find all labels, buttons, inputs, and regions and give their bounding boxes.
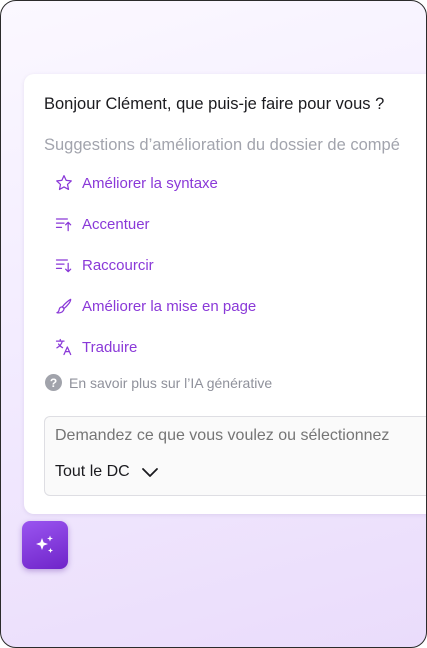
scope-dropdown[interactable]: Tout le DC [55,463,160,481]
assistant-panel: Bonjour Clément, que puis-je faire pour … [24,74,426,514]
lines-arrow-up-icon [54,214,74,234]
translate-icon [54,337,74,357]
star-icon [54,173,74,193]
shorten-button[interactable]: Raccourcir [54,254,154,276]
assistant-launcher-button[interactable] [22,521,68,569]
emphasize-label: Accentuer [82,215,150,233]
help-icon: ? [45,374,62,391]
improve-syntax-label: Améliorer la syntaxe [82,174,218,192]
scope-label: Tout le DC [55,463,130,480]
suggestions-title: Suggestions d’amélioration du dossier de… [44,136,400,154]
learn-more-label: En savoir plus sur l’IA générative [69,374,273,391]
improve-layout-button[interactable]: Améliorer la mise en page [54,295,256,317]
greeting-text: Bonjour Clément, que puis-je faire pour … [44,95,385,113]
prompt-input[interactable] [55,427,426,445]
improve-layout-label: Améliorer la mise en page [82,297,257,315]
chevron-down-icon [141,468,158,477]
prompt-box: Tout le DC [44,416,426,496]
improve-syntax-button[interactable]: Améliorer la syntaxe [54,172,218,194]
shorten-label: Raccourcir [82,256,154,274]
lines-arrow-down-icon [54,255,74,275]
emphasize-button[interactable]: Accentuer [54,213,150,235]
translate-label: Traduire [82,338,138,356]
assistant-window: Bonjour Clément, que puis-je faire pour … [0,0,427,648]
brush-icon [54,296,74,316]
translate-button[interactable]: Traduire [54,336,137,358]
sparkles-icon [36,535,53,553]
learn-more-link[interactable]: ? En savoir plus sur l’IA générative [45,374,272,391]
